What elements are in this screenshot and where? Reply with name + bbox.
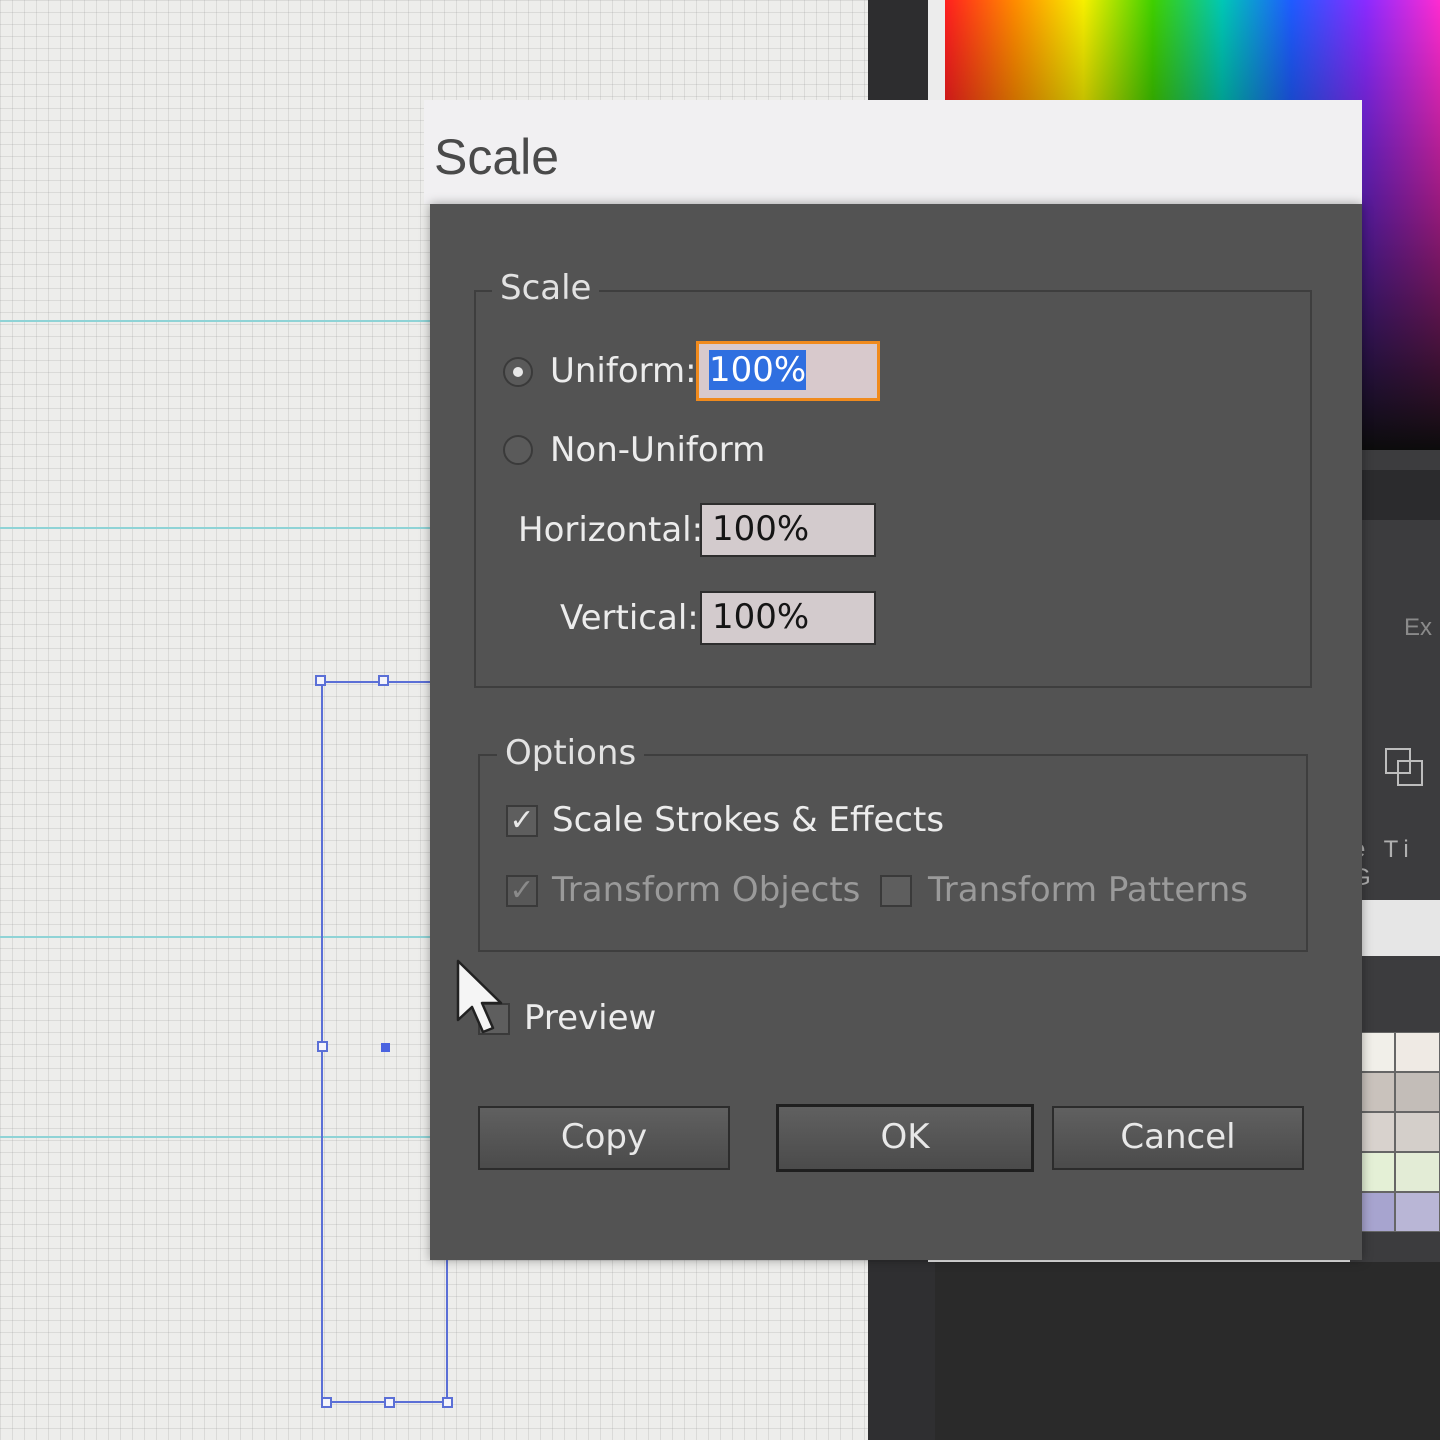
options-group-legend: Options [497,733,645,773]
resize-handle-top[interactable] [378,675,389,686]
transform-patterns-checkbox[interactable] [880,875,912,907]
color-swatch[interactable] [1395,1032,1440,1072]
panel-header [1360,470,1440,520]
transform-objects-checkbox[interactable]: ✓ [506,875,538,907]
checkmark-icon: ✓ [509,873,535,908]
vertical-label: Vertical: [560,598,699,638]
color-swatch[interactable] [1395,1112,1440,1152]
selected-object-bounding-box[interactable] [321,681,448,1403]
vertical-input[interactable]: 100% [700,591,876,645]
resize-handle-bottom-left[interactable] [321,1397,332,1408]
dialog-title-bar[interactable] [424,100,1362,204]
uniform-input[interactable]: 100% [696,341,880,401]
ok-button[interactable]: OK [776,1104,1034,1172]
preview-label: Preview [524,998,657,1038]
resize-handle-bottom[interactable] [384,1397,395,1408]
scale-strokes-checkbox[interactable]: ✓ [506,805,538,837]
horizontal-input[interactable]: 100% [700,503,876,557]
resize-handle-top-left[interactable] [315,675,326,686]
cancel-button[interactable]: Cancel [1052,1106,1304,1170]
uniform-radio[interactable] [503,357,533,387]
copy-button[interactable]: Copy [478,1106,730,1170]
resize-handle-bottom-right[interactable] [442,1397,453,1408]
scale-group-legend: Scale [492,268,600,308]
transform-objects-label: Transform Objects [552,870,861,910]
panel-bottom-inner [935,1262,1440,1440]
resize-handle-left[interactable] [317,1041,328,1052]
panel-partial-label: Ex [1404,614,1433,641]
checkmark-icon: ✓ [509,803,535,838]
color-swatch[interactable] [1395,1072,1440,1112]
arrange-icon-back [1397,760,1423,786]
transform-patterns-label: Transform Patterns [928,870,1248,910]
non-uniform-radio[interactable] [503,435,533,465]
uniform-input-value: 100% [709,350,807,390]
arrow-pointer-icon [456,959,503,1034]
scale-strokes-label: Scale Strokes & Effects [552,800,945,840]
panel-tabs[interactable]: e Ti G [1352,836,1440,892]
horizontal-label: Horizontal: [518,510,704,550]
panel-field[interactable] [1350,900,1440,956]
options-group [478,754,1308,952]
object-center-point [381,1043,390,1052]
dialog-title: Scale [434,129,560,185]
non-uniform-label: Non-Uniform [550,430,766,470]
color-swatch[interactable] [1395,1152,1440,1192]
uniform-label: Uniform: [550,351,697,391]
color-swatch[interactable] [1395,1192,1440,1232]
